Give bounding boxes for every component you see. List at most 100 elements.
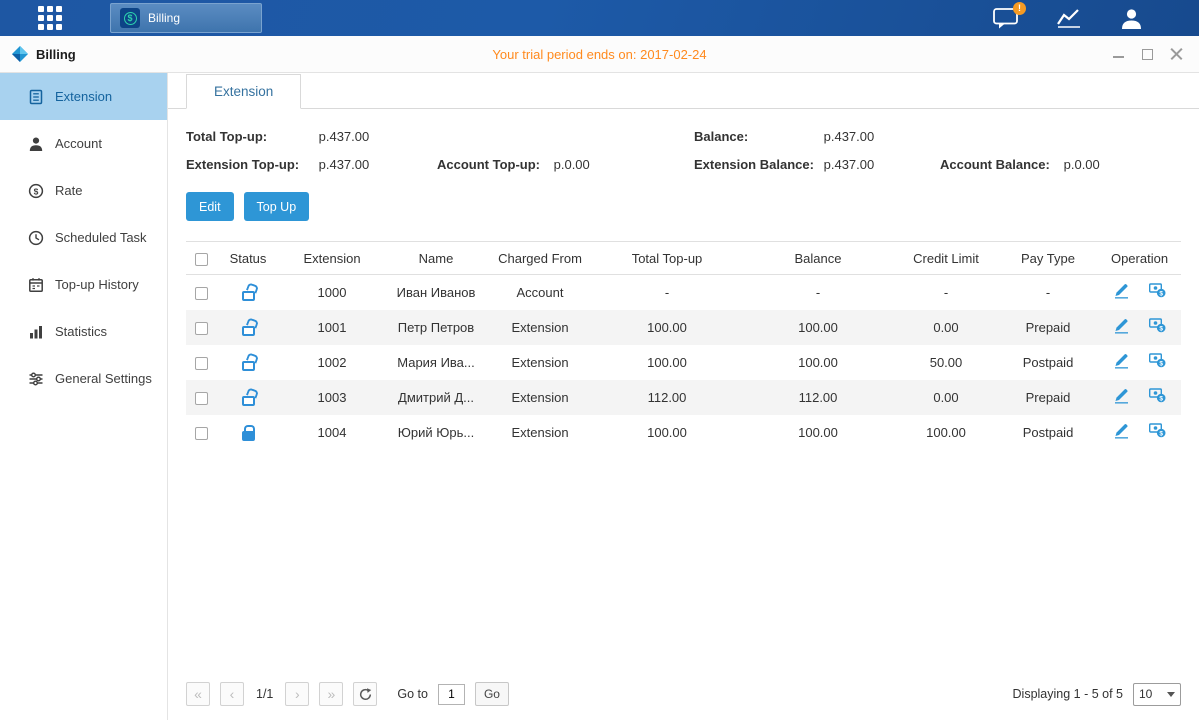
row-checkbox[interactable] [195,427,208,440]
svg-text:$: $ [1159,325,1163,332]
close-icon[interactable] [1170,48,1183,61]
status-lock-icon[interactable] [242,431,255,441]
cell-extension: 1004 [280,415,384,450]
apps-grid-icon[interactable] [38,6,62,30]
sidebar-item-general-settings[interactable]: General Settings [0,355,167,402]
taskbar-billing-tab[interactable]: $ Billing [110,3,262,33]
table-row[interactable]: 1000 Иван Иванов Account - - - - $ [186,275,1181,310]
extension-icon [28,89,44,105]
cell-credit-limit: 0.00 [894,380,998,415]
edit-row-icon[interactable] [1114,353,1129,369]
sidebar-item-label: Top-up History [55,277,139,292]
edit-row-icon[interactable] [1114,283,1129,299]
sidebar-item-topup-history[interactable]: Top-up History [0,261,167,308]
messages-button[interactable]: ! [993,8,1018,29]
cell-balance: 100.00 [742,310,894,345]
header-balance: Balance [742,242,894,275]
pagination-bar: « ‹ 1/1 › » Go to Go Display [186,682,1181,720]
statistics-topbar-button[interactable] [1056,8,1082,28]
header-total-topup: Total Top-up [592,242,742,275]
total-topup-value: p.437.00 [319,129,370,144]
row-checkbox[interactable] [195,322,208,335]
table-row[interactable]: 1004 Юрий Юрь... Extension 100.00 100.00… [186,415,1181,450]
total-topup-field: Total Top-up: p.437.00 [186,129,437,144]
table-header-row: Status Extension Name Charged From Total… [186,242,1181,275]
svg-text:$: $ [1159,430,1163,437]
edit-button[interactable]: Edit [186,192,234,221]
calendar-icon [28,277,44,293]
bar-chart-icon [28,324,44,340]
extension-topup-field: Extension Top-up: p.437.00 [186,157,437,172]
cell-charged-from: Extension [488,415,592,450]
svg-text:$: $ [1159,360,1163,367]
cell-total-topup: 112.00 [592,380,742,415]
refresh-button[interactable] [353,682,377,706]
first-page-button[interactable]: « [186,682,210,706]
cell-total-topup: 100.00 [592,415,742,450]
extension-balance-label: Extension Balance: [694,157,820,172]
clock-icon [28,230,44,246]
sidebar-item-label: Rate [55,183,82,198]
edit-row-icon[interactable] [1114,318,1129,334]
extensions-table: Status Extension Name Charged From Total… [186,241,1181,450]
sidebar-item-label: General Settings [55,371,152,386]
table-row[interactable]: 1003 Дмитрий Д... Extension 112.00 112.0… [186,380,1181,415]
prev-page-button[interactable]: ‹ [220,682,244,706]
svg-text:$: $ [1159,291,1163,298]
minimize-icon[interactable] [1112,48,1125,61]
dollar-icon: $ [124,12,137,25]
cell-extension: 1000 [280,275,384,310]
next-page-button[interactable]: › [285,682,309,706]
sidebar-item-rate[interactable]: $ Rate [0,167,167,214]
row-checkbox[interactable] [195,392,208,405]
topup-row-icon[interactable]: $ [1149,388,1166,403]
edit-row-icon[interactable] [1114,423,1129,439]
row-checkbox[interactable] [195,357,208,370]
cell-extension: 1001 [280,310,384,345]
row-checkbox[interactable] [195,287,208,300]
header-status: Status [216,242,280,275]
maximize-icon[interactable] [1141,48,1154,61]
balance-value: p.437.00 [824,129,875,144]
page-size-select[interactable]: 10 [1133,683,1181,706]
extension-topup-value: p.437.00 [319,157,370,172]
balance-summary: Total Top-up: p.437.00 Balance: p.437.00… [186,129,1181,172]
trial-notice: Your trial period ends on: 2017-02-24 [492,47,706,62]
account-topup-label: Account Top-up: [437,157,550,172]
sidebar-item-label: Statistics [55,324,107,339]
topup-row-icon[interactable]: $ [1149,283,1166,298]
topup-row-icon[interactable]: $ [1149,353,1166,368]
topup-row-icon[interactable]: $ [1149,318,1166,333]
main-panel: Extension Total Top-up: p.437.00 Balance… [168,73,1199,720]
sidebar-item-statistics[interactable]: Statistics [0,308,167,355]
go-button[interactable]: Go [475,682,509,706]
topup-row-icon[interactable]: $ [1149,423,1166,438]
billing-app-icon: $ [120,8,140,28]
table-row[interactable]: 1002 Мария Ива... Extension 100.00 100.0… [186,345,1181,380]
status-lock-icon[interactable] [242,291,255,301]
cell-extension: 1003 [280,380,384,415]
sidebar: Extension Account $ Rate Scheduled Task [0,73,168,720]
sidebar-item-account[interactable]: Account [0,120,167,167]
edit-row-icon[interactable] [1114,388,1129,404]
user-account-button[interactable] [1120,8,1143,29]
sidebar-item-extension[interactable]: Extension [0,73,167,120]
select-all-checkbox[interactable] [195,253,208,266]
top-up-button[interactable]: Top Up [244,192,310,221]
goto-page-input[interactable] [438,684,465,705]
extension-topup-label: Extension Top-up: [186,157,315,172]
header-extension: Extension [280,242,384,275]
table-row[interactable]: 1001 Петр Петров Extension 100.00 100.00… [186,310,1181,345]
tab-extension[interactable]: Extension [186,74,301,109]
last-page-button[interactable]: » [319,682,343,706]
extension-balance-field: Extension Balance: p.437.00 [694,157,940,172]
cell-balance: - [742,275,894,310]
sidebar-item-scheduled-task[interactable]: Scheduled Task [0,214,167,261]
status-lock-icon[interactable] [242,326,255,336]
status-lock-icon[interactable] [242,396,255,406]
header-name: Name [384,242,488,275]
status-lock-icon[interactable] [242,361,255,371]
balance-label: Balance: [694,129,820,144]
app-window: $ Billing ! [0,0,1199,720]
header-credit-limit: Credit Limit [894,242,998,275]
